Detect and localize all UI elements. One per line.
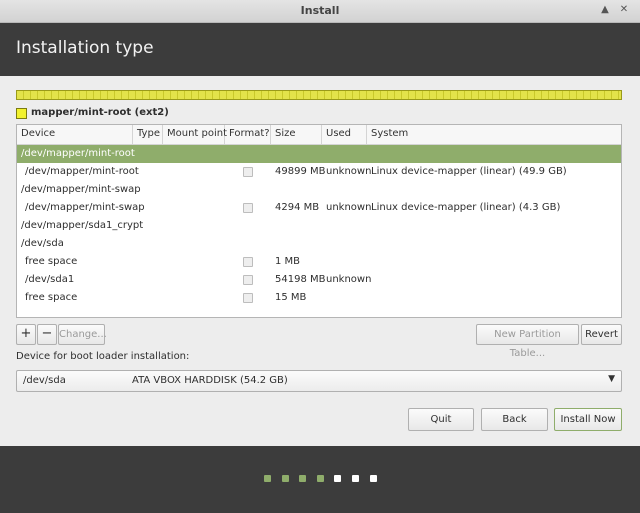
- bootloader-description: ATA VBOX HARDDISK (54.2 GB): [132, 375, 288, 386]
- cell-size: 1 MB: [275, 256, 301, 267]
- progress-dot-done: [282, 475, 289, 482]
- column-header-used[interactable]: Used: [322, 125, 367, 144]
- partition-table[interactable]: Device Type Mount point Format? Size Use…: [16, 124, 622, 318]
- column-header-device[interactable]: Device: [17, 125, 133, 144]
- change-partition-button[interactable]: Change...: [58, 324, 107, 345]
- progress-dot-done: [299, 475, 306, 482]
- add-partition-button[interactable]: +: [16, 324, 36, 345]
- cell-size: 15 MB: [275, 292, 307, 303]
- bootloader-device-select[interactable]: /dev/sda ATA VBOX HARDDISK (54.2 GB) ▼: [16, 370, 622, 392]
- cell-used: unknown: [326, 274, 372, 285]
- table-row[interactable]: /dev/sda1 54198 MB unknown: [17, 271, 621, 289]
- footer: [0, 446, 640, 513]
- format-checkbox[interactable]: [243, 257, 253, 267]
- column-header-type[interactable]: Type: [133, 125, 163, 144]
- table-header: Device Type Mount point Format? Size Use…: [17, 125, 621, 145]
- cell-device: /dev/mapper/mint-root: [25, 166, 139, 177]
- cell-size: 54198 MB: [275, 274, 326, 285]
- table-row[interactable]: /dev/sda: [17, 235, 621, 253]
- cell-device: /dev/mapper/mint-swap: [25, 202, 145, 213]
- progress-dot-pending: [370, 475, 377, 482]
- format-checkbox[interactable]: [243, 203, 253, 213]
- bootloader-label: Device for boot loader installation:: [16, 351, 190, 362]
- cell-size: 4294 MB: [275, 202, 320, 213]
- cell-device: free space: [25, 256, 78, 267]
- table-row[interactable]: /dev/mapper/sda1_crypt: [17, 217, 621, 235]
- install-now-button[interactable]: Install Now: [554, 408, 622, 431]
- progress-dot-done: [317, 475, 324, 482]
- page-header: Installation type: [0, 23, 640, 76]
- new-partition-table-button[interactable]: New Partition Table...: [476, 324, 579, 359]
- format-checkbox[interactable]: [243, 275, 253, 285]
- table-row[interactable]: /dev/mapper/mint-root 49899 MB unknown Linu…: [17, 163, 621, 181]
- table-row[interactable]: free space 1 MB: [17, 253, 621, 271]
- quit-button[interactable]: Quit: [408, 408, 474, 431]
- progress-dot-pending: [352, 475, 359, 482]
- column-header-mount-point[interactable]: Mount point: [163, 125, 227, 144]
- close-icon[interactable]: ✕: [617, 3, 631, 17]
- cell-device: /dev/sda1: [25, 274, 75, 285]
- cell-device: /dev/mapper/sda1_crypt: [21, 220, 144, 231]
- table-row[interactable]: /dev/mapper/mint-root: [17, 145, 621, 163]
- column-header-size[interactable]: Size: [271, 125, 322, 144]
- cell-system: Linux device-mapper (linear) (4.3 GB): [371, 202, 561, 213]
- table-row[interactable]: /dev/mapper/mint-swap: [17, 181, 621, 199]
- progress-dot-pending: [334, 475, 341, 482]
- cell-system: Linux device-mapper (linear) (49.9 GB): [371, 166, 567, 177]
- chevron-up-icon[interactable]: ▲: [598, 3, 612, 17]
- cell-used: unknown: [326, 202, 372, 213]
- cell-device: /dev/mapper/mint-swap: [21, 184, 141, 195]
- cell-used: unknown: [326, 166, 372, 177]
- window-titlebar: Install ▲ ✕: [0, 0, 640, 23]
- bootloader-device: /dev/sda: [23, 375, 66, 386]
- revert-button[interactable]: Revert: [581, 324, 622, 345]
- partition-bar: [16, 90, 622, 100]
- page-title: Installation type: [16, 38, 154, 58]
- column-header-format[interactable]: Format?: [225, 125, 271, 144]
- cell-size: 49899 MB: [275, 166, 326, 177]
- progress-dot-done: [264, 475, 271, 482]
- window-title: Install: [300, 4, 340, 17]
- partition-legend-label: mapper/mint-root (ext2): [31, 107, 169, 118]
- format-checkbox[interactable]: [243, 293, 253, 303]
- remove-partition-button[interactable]: −: [37, 324, 57, 345]
- cell-device: free space: [25, 292, 78, 303]
- back-button[interactable]: Back: [481, 408, 548, 431]
- format-checkbox[interactable]: [243, 167, 253, 177]
- cell-device: /dev/mapper/mint-root: [21, 148, 135, 159]
- chevron-down-icon: ▼: [608, 374, 615, 384]
- partition-swatch: [16, 108, 27, 119]
- table-row[interactable]: /dev/mapper/mint-swap 4294 MB unknown Linux…: [17, 199, 621, 217]
- table-row[interactable]: free space 15 MB: [17, 289, 621, 307]
- cell-device: /dev/sda: [21, 238, 64, 249]
- main-panel: mapper/mint-root (ext2) Device Type Moun…: [0, 76, 640, 446]
- column-header-system[interactable]: System: [367, 125, 621, 144]
